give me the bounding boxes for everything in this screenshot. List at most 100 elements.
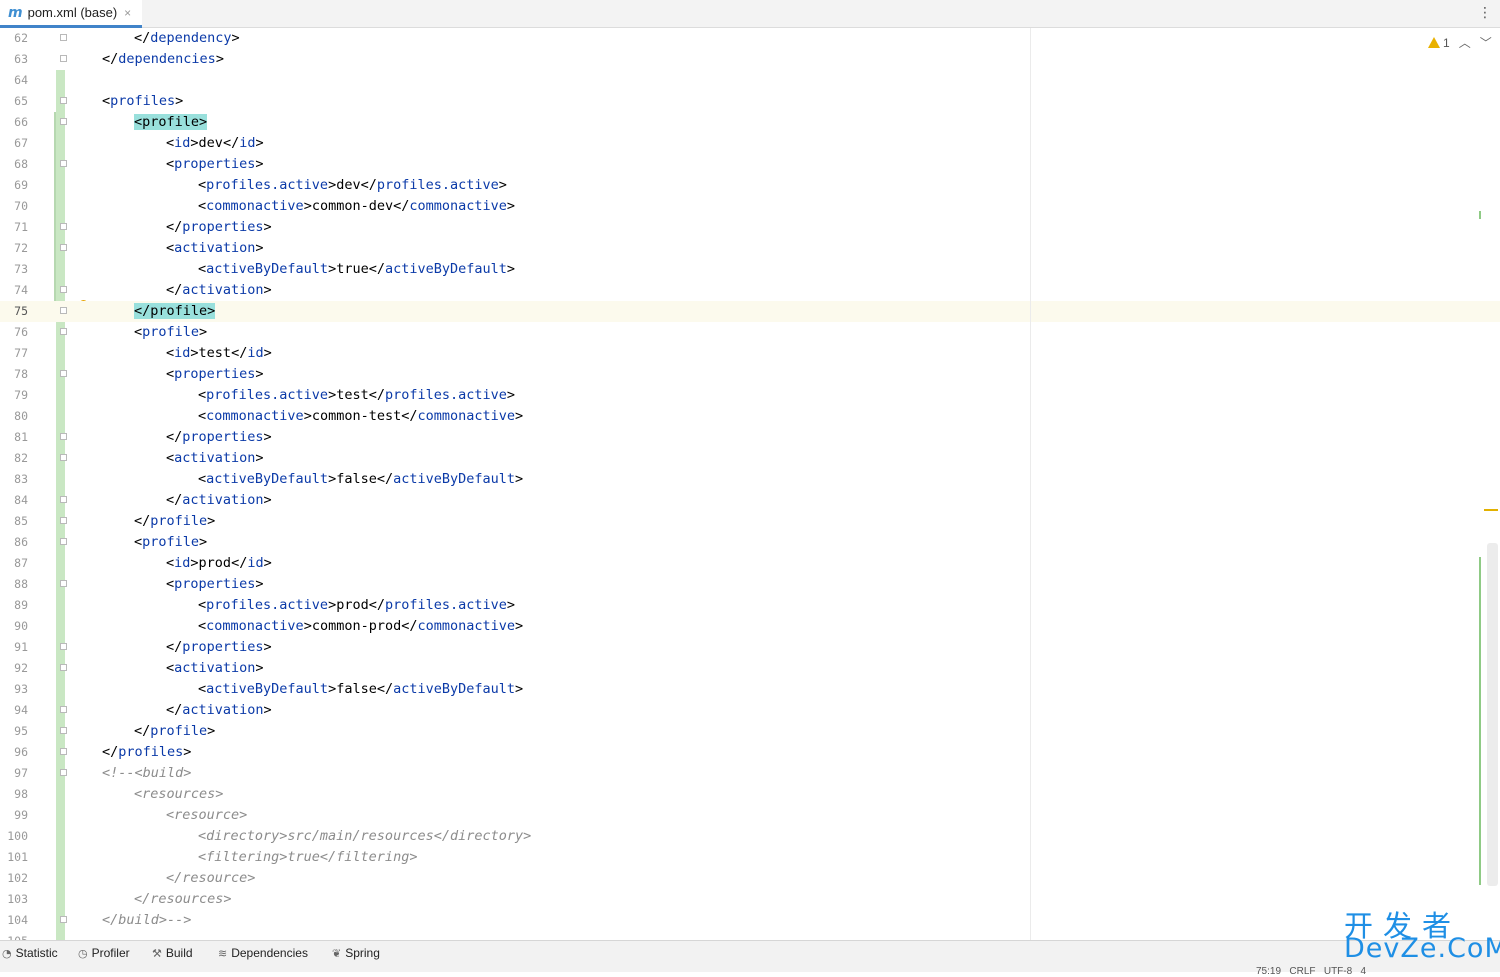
line-number[interactable]: 99 — [0, 805, 28, 826]
fold-marker-icon[interactable] — [60, 55, 67, 62]
code-editor[interactable]: 62 </dependency> 63 </dependencies> 64 65 <pro… — [0, 28, 1500, 940]
line-number[interactable]: 63 — [0, 49, 28, 70]
line-number[interactable]: 105 — [0, 931, 28, 940]
line-number[interactable]: 71 — [0, 217, 28, 238]
line-number[interactable]: 97 — [0, 763, 28, 784]
line-number[interactable]: 79 — [0, 385, 28, 406]
line-number[interactable]: 62 — [0, 28, 28, 49]
fold-marker-icon[interactable] — [60, 160, 67, 167]
code-line[interactable]: 97 <!--<build> — [0, 763, 1500, 784]
fold-marker-icon[interactable] — [60, 118, 67, 125]
inspection-widget[interactable]: 1 ︿ ﹀ — [1428, 34, 1492, 51]
code-line[interactable]: 84 </activation> — [0, 490, 1500, 511]
code-line[interactable]: 75 </profile> — [0, 301, 1500, 322]
line-number[interactable]: 66 — [0, 112, 28, 133]
line-number[interactable]: 93 — [0, 679, 28, 700]
code-line[interactable]: 91 </properties> — [0, 637, 1500, 658]
fold-marker-icon[interactable] — [60, 454, 67, 461]
code-line[interactable]: 104 </build>--> — [0, 910, 1500, 931]
code-line[interactable]: 62 </dependency> — [0, 28, 1500, 49]
line-number[interactable]: 64 — [0, 70, 28, 91]
code-line[interactable]: 88 <properties> — [0, 574, 1500, 595]
code-line[interactable]: 82 <activation> — [0, 448, 1500, 469]
line-number[interactable]: 101 — [0, 847, 28, 868]
fold-marker-icon[interactable] — [60, 643, 67, 650]
line-number[interactable]: 102 — [0, 868, 28, 889]
code-line[interactable]: 66 <profile> — [0, 112, 1500, 133]
code-line[interactable]: 76 <profile> — [0, 322, 1500, 343]
fold-marker-icon[interactable] — [60, 580, 67, 587]
code-line[interactable]: 63 </dependencies> — [0, 49, 1500, 70]
line-number[interactable]: 88 — [0, 574, 28, 595]
code-line[interactable]: 103 </resources> — [0, 889, 1500, 910]
code-line[interactable]: 81 </properties> — [0, 427, 1500, 448]
chevron-down-icon[interactable]: ﹀ — [1480, 34, 1492, 51]
line-number[interactable]: 83 — [0, 469, 28, 490]
line-number[interactable]: 70 — [0, 196, 28, 217]
code-line[interactable]: 77 <id>test</id> — [0, 343, 1500, 364]
code-line[interactable]: 92 <activation> — [0, 658, 1500, 679]
line-number[interactable]: 68 — [0, 154, 28, 175]
code-line[interactable]: 87 <id>prod</id> — [0, 553, 1500, 574]
line-number[interactable]: 89 — [0, 595, 28, 616]
error-stripe-change-mark[interactable] — [1479, 557, 1481, 885]
code-line[interactable]: 102 </resource> — [0, 868, 1500, 889]
line-number[interactable]: 67 — [0, 133, 28, 154]
fold-marker-icon[interactable] — [60, 727, 67, 734]
fold-marker-icon[interactable] — [60, 34, 67, 41]
code-line[interactable]: 100 <directory>src/main/resources</direct… — [0, 826, 1500, 847]
line-number[interactable]: 76 — [0, 322, 28, 343]
line-number[interactable]: 81 — [0, 427, 28, 448]
code-line[interactable]: 68 <properties> — [0, 154, 1500, 175]
line-number[interactable]: 90 — [0, 616, 28, 637]
code-line[interactable]: 83 <activeByDefault>false</activeByDefaul… — [0, 469, 1500, 490]
fold-marker-icon[interactable] — [60, 433, 67, 440]
fold-marker-icon[interactable] — [60, 223, 67, 230]
code-line[interactable]: 80 <commonactive>common-test</commonactiv… — [0, 406, 1500, 427]
line-number[interactable]: 69 — [0, 175, 28, 196]
code-line[interactable]: 73 <activeByDefault>true</activeByDefault… — [0, 259, 1500, 280]
code-line[interactable]: 105 — [0, 931, 1500, 940]
tool-window-spring[interactable]: ❦ Spring — [332, 946, 380, 960]
code-line[interactable]: 70 <commonactive>common-dev</commonactive… — [0, 196, 1500, 217]
line-number[interactable]: 100 — [0, 826, 28, 847]
fold-marker-icon[interactable] — [60, 286, 67, 293]
code-line[interactable]: 94 </activation> — [0, 700, 1500, 721]
code-line[interactable]: 99 <resource> — [0, 805, 1500, 826]
line-number[interactable]: 85 — [0, 511, 28, 532]
fold-marker-icon[interactable] — [60, 538, 67, 545]
fold-marker-icon[interactable] — [60, 307, 67, 314]
code-line[interactable]: 69 <profiles.active>dev</profiles.active> — [0, 175, 1500, 196]
fold-marker-icon[interactable] — [60, 706, 67, 713]
fold-marker-icon[interactable] — [60, 664, 67, 671]
line-number[interactable]: 91 — [0, 637, 28, 658]
chevron-up-icon[interactable]: ︿ — [1459, 34, 1471, 51]
code-line[interactable]: 101 <filtering>true</filtering> — [0, 847, 1500, 868]
fold-marker-icon[interactable] — [60, 748, 67, 755]
fold-marker-icon[interactable] — [60, 97, 67, 104]
code-line[interactable]: 89 <profiles.active>prod</profiles.active… — [0, 595, 1500, 616]
vertical-scrollbar-thumb[interactable] — [1487, 543, 1498, 886]
line-number[interactable]: 74 — [0, 280, 28, 301]
code-line[interactable]: 98 <resources> — [0, 784, 1500, 805]
code-line[interactable]: 71 </properties> — [0, 217, 1500, 238]
line-number[interactable]: 75 — [0, 301, 28, 322]
code-line[interactable]: 74 </activation> — [0, 280, 1500, 301]
fold-marker-icon[interactable] — [60, 244, 67, 251]
close-icon[interactable]: × — [124, 6, 131, 20]
code-line[interactable]: 86 <profile> — [0, 532, 1500, 553]
error-stripe-change-mark[interactable] — [1479, 211, 1481, 219]
code-line[interactable]: 78 <properties> — [0, 364, 1500, 385]
code-line[interactable]: 72 <activation> — [0, 238, 1500, 259]
tool-window-profiler[interactable]: ◷ Profiler — [78, 946, 130, 960]
line-number[interactable]: 84 — [0, 490, 28, 511]
line-number[interactable]: 87 — [0, 553, 28, 574]
line-number[interactable]: 103 — [0, 889, 28, 910]
error-stripe-warning-mark[interactable] — [1484, 509, 1498, 511]
code-line[interactable]: 96 </profiles> — [0, 742, 1500, 763]
fold-marker-icon[interactable] — [60, 496, 67, 503]
code-line[interactable]: 93 <activeByDefault>false</activeByDefaul… — [0, 679, 1500, 700]
tool-window-statistic[interactable]: ◔ Statistic — [2, 946, 58, 960]
code-line[interactable]: 67 <id>dev</id> — [0, 133, 1500, 154]
line-number[interactable]: 78 — [0, 364, 28, 385]
